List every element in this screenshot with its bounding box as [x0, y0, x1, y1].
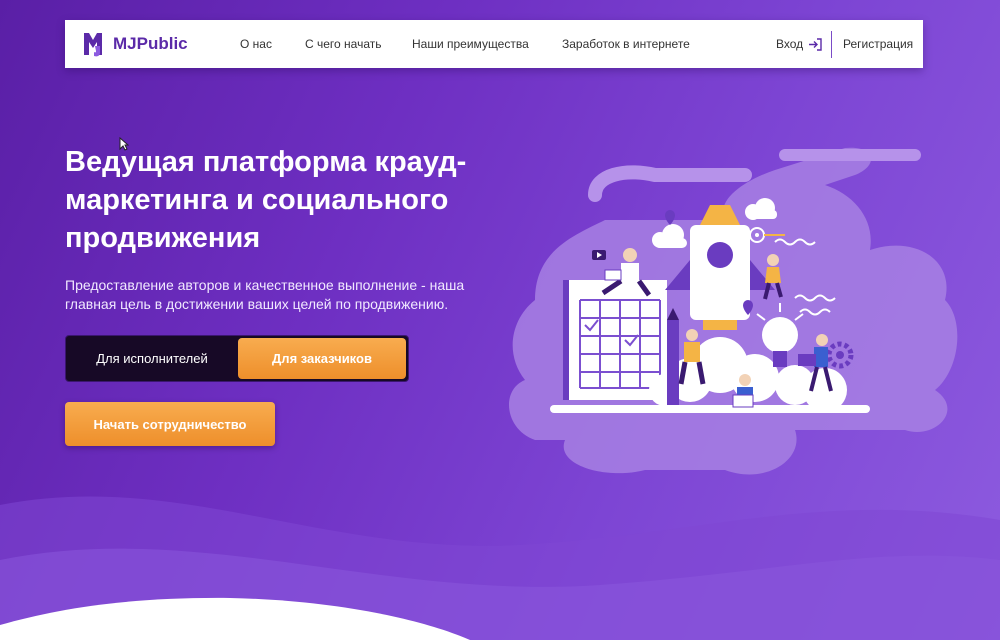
logo-icon [84, 33, 102, 57]
login-icon [809, 37, 822, 51]
nav-link-about[interactable]: О нас [240, 37, 272, 51]
login-label: Вход [776, 37, 804, 51]
nav-link-advantages[interactable]: Наши преимущества [412, 37, 529, 51]
register-link[interactable]: Регистрация [843, 37, 913, 51]
nav-link-getting-started[interactable]: С чего начать [305, 37, 382, 51]
hero-title: Ведущая платформа крауд-маркетинга и соц… [65, 146, 467, 254]
login-link[interactable]: Вход [776, 37, 822, 51]
site-header: MJPublic О нас С чего начать Наши преиму… [65, 20, 923, 68]
audience-toggle: Для исполнителей Для заказчиков [65, 335, 409, 382]
toggle-performers[interactable]: Для исполнителей [66, 336, 238, 381]
nav-link-earnings[interactable]: Заработок в интернете [562, 37, 690, 51]
mouse-cursor-icon [119, 137, 129, 151]
start-cooperation-button[interactable]: Начать сотрудничество [65, 402, 275, 446]
pencil-icon [667, 308, 679, 405]
play-icon [592, 250, 606, 260]
hero-illustration [508, 147, 958, 475]
brand-name: MJPublic [113, 34, 188, 53]
header-divider [831, 31, 832, 58]
brand-logo[interactable]: MJPublic [81, 31, 188, 57]
hero-subtitle: Предоставление авторов и качественное вы… [65, 277, 465, 312]
toggle-customers[interactable]: Для заказчиков [238, 338, 406, 379]
